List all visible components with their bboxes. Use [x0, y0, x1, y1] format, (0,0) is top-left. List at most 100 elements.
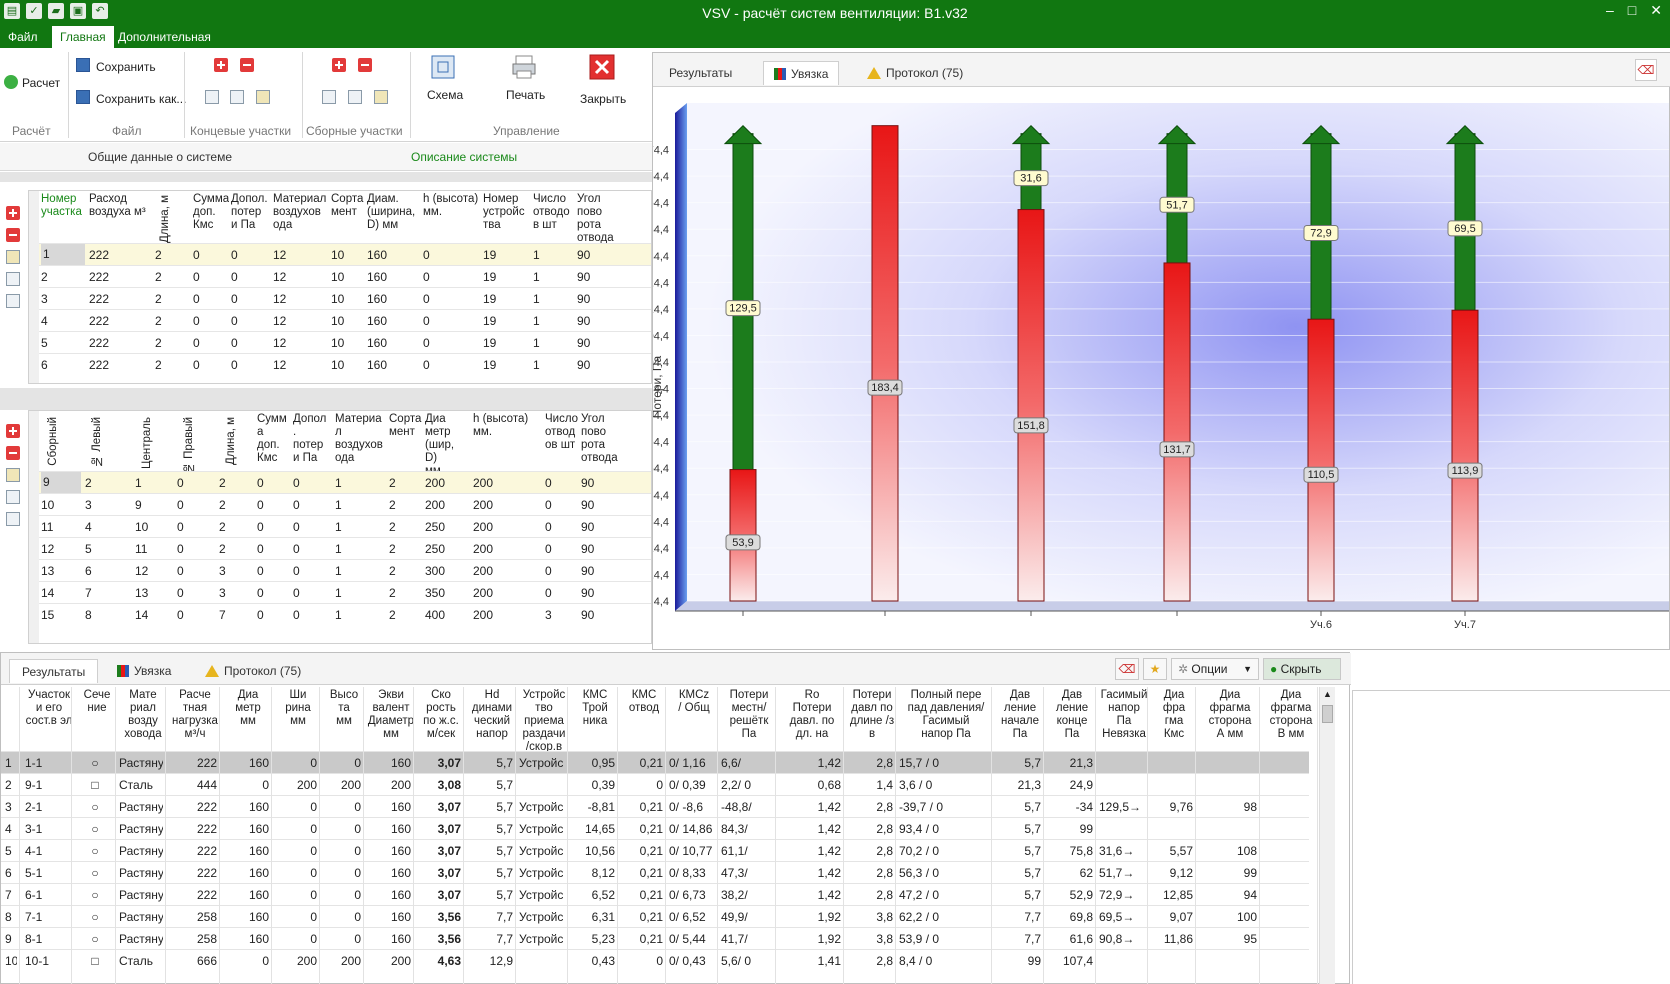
- results-grid-header[interactable]: Дав ление начале Па: [995, 689, 1045, 741]
- table-cell[interactable]: 62,2 / 0: [899, 910, 989, 924]
- table-cell[interactable]: 3,56: [417, 910, 461, 924]
- table-cell[interactable]: 13: [41, 564, 81, 578]
- table-cell[interactable]: ○: [77, 932, 113, 946]
- table-cell[interactable]: 200: [473, 608, 543, 622]
- table-cell[interactable]: 160: [223, 888, 269, 902]
- menu-file[interactable]: Файл: [0, 26, 46, 48]
- table-cell[interactable]: 0: [257, 476, 293, 490]
- add-end-section-icon[interactable]: [214, 58, 228, 72]
- table-cell[interactable]: 90: [581, 542, 621, 556]
- end-grid-header[interactable]: Длина, м: [159, 195, 171, 243]
- table-cell[interactable]: 200: [473, 498, 543, 512]
- add-collector-row-icon[interactable]: [6, 424, 20, 438]
- table-cell[interactable]: 1: [335, 498, 391, 512]
- results-grid-header[interactable]: Потери местн/ решётк Па: [721, 689, 777, 741]
- copy-icon[interactable]: [6, 272, 20, 286]
- table-cell[interactable]: 4,63: [417, 954, 461, 968]
- eraser-icon[interactable]: ⌫: [1115, 658, 1139, 680]
- table-cell[interactable]: 200: [473, 586, 543, 600]
- table-cell[interactable]: 19: [483, 336, 531, 350]
- table-cell[interactable]: 160: [223, 800, 269, 814]
- table-cell[interactable]: 10: [331, 314, 365, 328]
- table-cell[interactable]: 6,31: [571, 910, 615, 924]
- table-cell[interactable]: 400: [425, 608, 469, 622]
- table-cell[interactable]: 0: [275, 888, 317, 902]
- table-cell[interactable]: 160: [223, 756, 269, 770]
- table-row[interactable]: 3 222 2 0 0 12 10 160 0 19 1 90: [29, 287, 651, 309]
- collector-table-icon[interactable]: [6, 468, 20, 482]
- table-cell[interactable]: 250: [425, 542, 469, 556]
- table-add-collector-icon[interactable]: [374, 90, 388, 104]
- table-cell[interactable]: 5,7: [995, 800, 1041, 814]
- table-cell[interactable]: 2: [155, 314, 181, 328]
- table-cell[interactable]: 0,95: [571, 756, 615, 770]
- table-cell[interactable]: 12: [273, 336, 329, 350]
- table-cell[interactable]: 2: [85, 476, 125, 490]
- results-grid-header[interactable]: Диа фрагма сторона В мм: [1263, 689, 1319, 741]
- table-cell[interactable]: ○: [77, 756, 113, 770]
- table-cell[interactable]: 0: [193, 358, 229, 372]
- chart-tab-protocol[interactable]: Протокол (75): [857, 61, 973, 85]
- table-cell[interactable]: 90: [577, 248, 617, 262]
- table-cell[interactable]: 129,5→: [1099, 800, 1145, 814]
- table-row[interactable]: 6 5-1 ○ Растяну 222 160 0 0 160 3,07 5,7 Устройс 8,1…: [1, 861, 1309, 883]
- table-cell[interactable]: 5: [41, 336, 85, 350]
- results-grid-header[interactable]: КМС Трой ника: [571, 689, 619, 728]
- table-cell[interactable]: Устройс: [519, 822, 565, 836]
- collector-grid-header[interactable]: Длина, м: [225, 417, 237, 465]
- table-cell[interactable]: 1: [335, 476, 391, 490]
- table-cell[interactable]: 90: [581, 586, 621, 600]
- table-cell[interactable]: 90: [577, 336, 617, 350]
- table-cell[interactable]: 200: [473, 476, 543, 490]
- table-cell[interactable]: 0: [231, 248, 271, 262]
- table-cell[interactable]: 15: [41, 608, 81, 622]
- table-cell[interactable]: 6-1: [25, 888, 69, 902]
- table-cell[interactable]: 0: [257, 542, 293, 556]
- table-cell[interactable]: Сталь: [119, 954, 163, 968]
- table-cell[interactable]: 90: [577, 292, 617, 306]
- table-cell[interactable]: 200: [275, 954, 317, 968]
- table-row[interactable]: 4 3-1 ○ Растяну 222 160 0 0 160 3,07 5,7 Устройс 14,…: [1, 817, 1309, 839]
- table-cell[interactable]: 200: [425, 498, 469, 512]
- results-grid-header[interactable]: Hd динами ческий напор: [467, 689, 517, 741]
- eraser-icon[interactable]: ⌫: [1635, 59, 1657, 81]
- menu-additional[interactable]: Дополнительная: [110, 26, 219, 48]
- results-grid-header[interactable]: Диа фрагма сторона А мм: [1199, 689, 1261, 741]
- table-cell[interactable]: ○: [77, 844, 113, 858]
- table-cell[interactable]: 0: [621, 954, 663, 968]
- remove-collector-section-icon[interactable]: [358, 58, 372, 72]
- table-cell[interactable]: 9,12: [1151, 866, 1193, 880]
- collector-grid-header[interactable]: Угол пово рота отвода: [581, 413, 621, 465]
- maximize-icon[interactable]: □: [1628, 2, 1636, 19]
- table-cell[interactable]: 1: [135, 476, 175, 490]
- table-cell[interactable]: 3,8: [847, 932, 893, 946]
- table-row[interactable]: 3 2-1 ○ Растяну 222 160 0 0 160 3,07 5,7 Устройс -8,…: [1, 795, 1309, 817]
- table-cell[interactable]: 1,41: [779, 954, 841, 968]
- results-grid-header[interactable]: Высо та мм: [323, 689, 365, 728]
- table-cell[interactable]: 0: [545, 586, 579, 600]
- table-cell[interactable]: 0,21: [621, 756, 663, 770]
- table-cell[interactable]: 1: [533, 292, 575, 306]
- table-cell[interactable]: 3,6 / 0: [899, 778, 989, 792]
- table-cell[interactable]: 3,07: [417, 756, 461, 770]
- table-cell[interactable]: 0: [275, 866, 317, 880]
- table-cell[interactable]: 2,8: [847, 954, 893, 968]
- table-cell[interactable]: 5,7: [467, 756, 513, 770]
- table-cell[interactable]: 0: [177, 476, 217, 490]
- table-cell[interactable]: ○: [77, 910, 113, 924]
- results-grid-header[interactable]: Полный пере пад давления/ Гасимый напор …: [899, 689, 993, 741]
- table-cell[interactable]: 0,39: [571, 778, 615, 792]
- add-collector-section-icon[interactable]: [332, 58, 346, 72]
- table-cell[interactable]: 160: [223, 844, 269, 858]
- table-cell[interactable]: 95: [1199, 932, 1257, 946]
- tab-general-data[interactable]: Общие данные о системе: [88, 150, 232, 164]
- table-cell[interactable]: Растяну: [119, 756, 163, 770]
- table-cell[interactable]: 200: [367, 954, 411, 968]
- table-row[interactable]: 5 222 2 0 0 12 10 160 0 19 1 90: [29, 331, 651, 353]
- table-cell[interactable]: 0: [323, 844, 361, 858]
- table-row[interactable]: 7 6-1 ○ Растяну 222 160 0 0 160 3,07 5,7 Устройс 6,5…: [1, 883, 1309, 905]
- table-cell[interactable]: 7: [5, 888, 17, 902]
- table-cell[interactable]: 0: [231, 358, 271, 372]
- chart-tab-results[interactable]: Результаты: [659, 61, 742, 85]
- table-cell[interactable]: 7,7: [995, 932, 1041, 946]
